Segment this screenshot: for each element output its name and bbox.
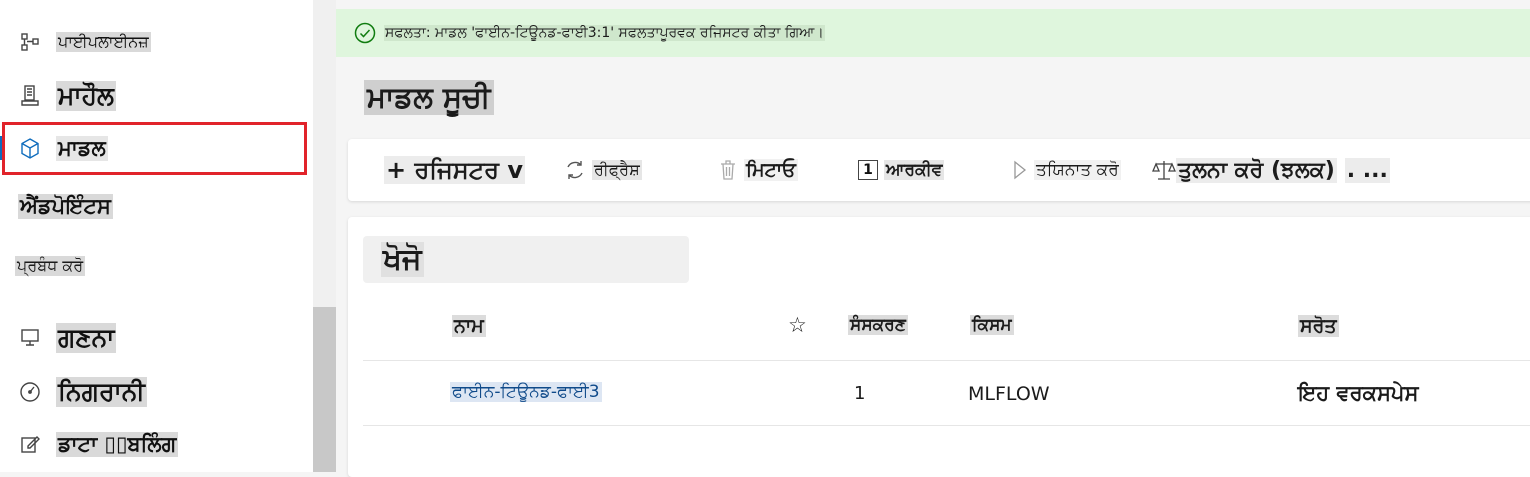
refresh-icon	[564, 159, 586, 181]
sidebar-item-label: ਡਾਟਾ ▯▯ਬਲਿੰਗ	[56, 431, 179, 457]
sidebar-item-label: ਗਣਨਾ	[56, 323, 117, 353]
model-name-link[interactable]: ਫਾਈਨ-ਟਿਊਨਡ-ਫਾਈ3	[450, 382, 602, 402]
trash-icon	[718, 159, 738, 181]
sidebar-item-compute[interactable]: ਗਣਨਾ	[0, 312, 117, 364]
star-icon[interactable]: ☆	[786, 313, 809, 337]
search-input[interactable]: ਖੋਜੋ	[363, 236, 689, 283]
sidebar-item-label: ਪਾਈਪਲਾਈਨਜ਼	[56, 32, 151, 52]
column-header-name[interactable]: ਨਾਮ	[452, 315, 486, 337]
archive-count-badge: 1	[858, 160, 878, 180]
checkmark-circle-icon	[354, 22, 376, 44]
sidebar-scrollbar[interactable]	[313, 0, 336, 472]
sidebar-item-pipelines[interactable]: ਪਾਈਪਲਾਈਨਜ਼	[0, 16, 151, 68]
sidebar-section-manage: ਪ੍ਰਬੰਧ ਕਰੋ	[15, 256, 86, 276]
model-version: 1	[854, 383, 866, 404]
sidebar-item-label: ਮਾਹੌਲ	[56, 81, 116, 111]
model-source: ਇਹ ਵਰਕਸਪੇਸ	[1298, 381, 1419, 405]
command-bar: + ਰਜਿਸਟਰ v ਰੀਫ੍ਰੈਸ਼ ਮਿਟਾਓ 1 ਆਰਕੀਵ ਤਯਿਨਾਤ…	[348, 139, 1530, 201]
search-placeholder: ਖੋਜੋ	[381, 242, 424, 277]
compare-button[interactable]: ਤੁਲਨਾ ਕਰੋ (ਝਲਕ) . ...	[1152, 139, 1390, 201]
register-button[interactable]: + ਰਜਿਸਟਰ v	[384, 139, 525, 201]
page-title: ਮਾਡਲ ਸੂਚੀ	[364, 80, 494, 115]
deploy-button[interactable]: ਤਯਿਨਾਤ ਕਰੋ	[1012, 139, 1121, 201]
model-type: MLFLOW	[968, 383, 1050, 405]
column-header-version[interactable]: ਸੰਸਕਰਣ	[848, 315, 908, 335]
refresh-button[interactable]: ਰੀਫ੍ਰੈਸ਼	[564, 139, 642, 201]
archive-button[interactable]: 1 ਆਰਕੀਵ	[858, 139, 945, 201]
success-message: ਸਫਲਤਾ: ਮਾਡਲ 'ਫਾਈਨ-ਟਿਊਨਡ-ਫਾਈ3:1' ਸਫਲਤਾਪੂਰ…	[384, 25, 825, 41]
sidebar-item-models[interactable]: ਮਾਡਲ	[2, 122, 307, 175]
left-navigation: ਪਾਈਪਲਾਈਨਜ਼ ਮਾਹੌਲ ਮਾਡਲ ਐਂਡਪੋਇੰਟਸ ਪ੍ਰਬੰਧ ਕ…	[0, 0, 313, 472]
monitor-icon	[18, 326, 42, 350]
main-content: ਸਫਲਤਾ: ਮਾਡਲ 'ਫਾਈਨ-ਟਿਊਨਡ-ਫਾਈ3:1' ਸਫਲਤਾਪੂਰ…	[336, 0, 1530, 477]
sidebar-item-endpoints[interactable]: ਐਂਡਪੋਇੰਟਸ	[0, 180, 113, 232]
delete-button[interactable]: ਮਿਟਾਓ	[718, 139, 798, 201]
model-list-panel: ਖੋਜੋ ਨਾਮ ☆ ਸੰਸਕਰਣ ਕਿਸਮ ਸਰੋਤ ਫਾਈਨ-ਟਿਊਨਡ-ਫ…	[348, 217, 1530, 477]
gauge-icon	[18, 380, 42, 404]
sidebar-item-environments[interactable]: ਮਾਹੌਲ	[0, 70, 116, 122]
sidebar-item-monitoring[interactable]: ਨਿਗਰਾਨੀ	[0, 366, 147, 418]
column-header-source[interactable]: ਸਰੋਤ	[1298, 315, 1339, 337]
pipelines-icon	[18, 30, 42, 54]
sidebar-item-label: ਮਾਡਲ	[56, 136, 108, 161]
more-options-button[interactable]: . ...	[1344, 157, 1390, 183]
scrollbar-thumb[interactable]	[313, 307, 336, 472]
row-divider	[363, 425, 1530, 426]
environment-icon	[18, 84, 42, 108]
sidebar-item-label: ਐਂਡਪੋਇੰਟਸ	[18, 193, 113, 219]
sidebar-item-label: ਨਿਗਰਾਨੀ	[56, 377, 147, 407]
play-icon	[1012, 159, 1028, 181]
success-banner: ਸਫਲਤਾ: ਮਾਡਲ 'ਫਾਈਨ-ਟਿਊਨਡ-ਫਾਈ3:1' ਸਫਲਤਾਪੂਰ…	[336, 9, 1530, 57]
sidebar-item-data-labeling[interactable]: ਡਾਟਾ ▯▯ਬਲਿੰਗ	[0, 418, 179, 470]
column-header-type[interactable]: ਕਿਸਮ	[970, 315, 1014, 335]
cube-icon	[18, 137, 42, 161]
edit-icon	[18, 432, 42, 456]
header-divider	[363, 360, 1530, 361]
scales-icon	[1152, 158, 1176, 182]
